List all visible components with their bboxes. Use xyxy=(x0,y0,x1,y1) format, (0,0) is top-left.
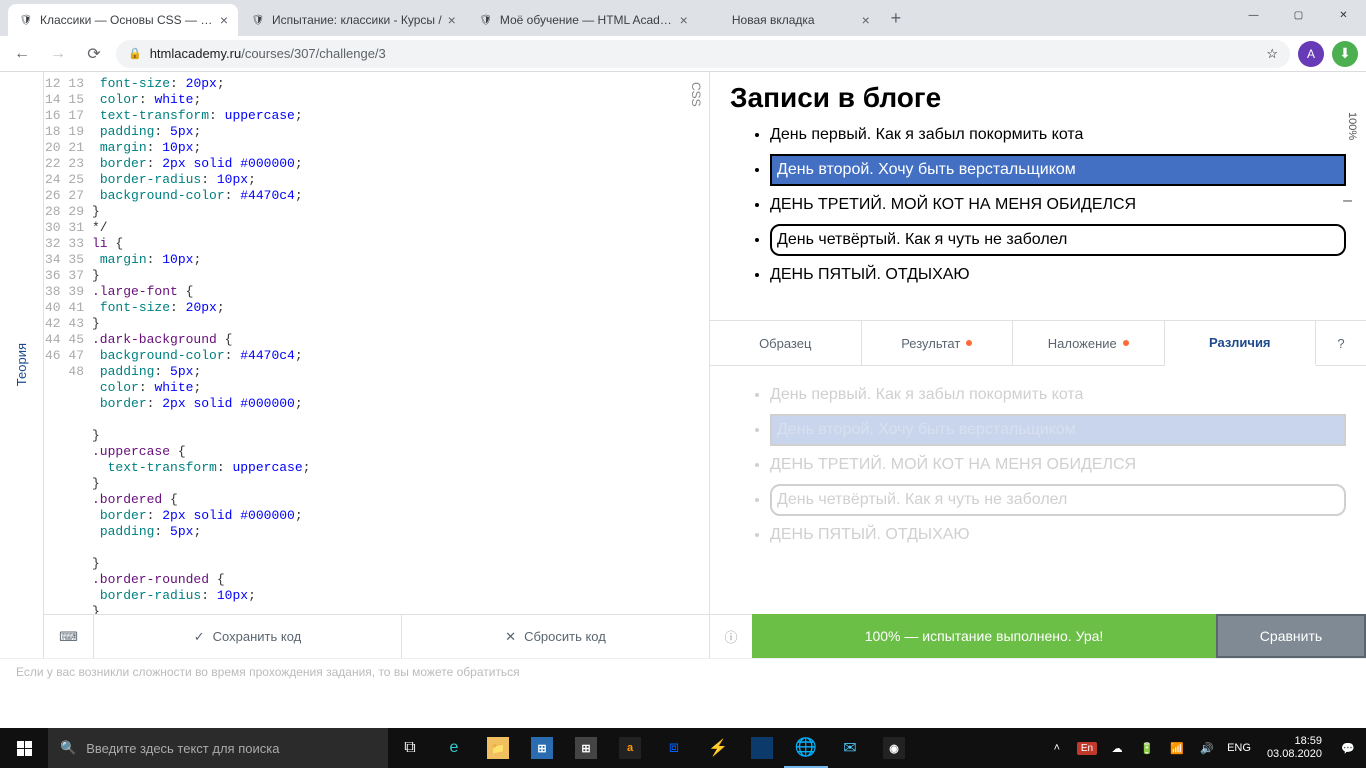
url-input[interactable]: 🔒 htmlacademy.ru/courses/307/challenge/3… xyxy=(116,40,1290,68)
browser-tab-1[interactable]: 🛡 Испытание: классики - Курсы / × xyxy=(240,4,466,36)
battery-icon[interactable]: 🔋 xyxy=(1137,742,1157,755)
blog-title: Записи в блоге xyxy=(730,82,1346,114)
blog-item-2: ДЕНЬ ТРЕТИЙ. МОЙ КОТ НА МЕНЯ ОБИДЕЛСЯ xyxy=(770,196,1346,214)
cmp-tab-2[interactable]: Наложение xyxy=(1013,321,1165,365)
help-tab[interactable]: ? xyxy=(1316,321,1366,365)
edge-icon[interactable]: e xyxy=(432,728,476,768)
taskbar-search[interactable]: 🔍 Введите здесь текст для поиска xyxy=(48,728,388,768)
volume-icon[interactable]: 🔊 xyxy=(1197,742,1217,755)
diff-output: День первый. Как я забыл покормить кота Д… xyxy=(710,366,1366,614)
lock-icon: 🔒 xyxy=(128,47,142,60)
bookmark-icon[interactable]: ☆ xyxy=(1266,46,1278,62)
calc-icon[interactable]: ⊞ xyxy=(564,728,608,768)
task-view-icon[interactable]: ⧉ xyxy=(388,728,432,768)
store-icon[interactable]: ⊞ xyxy=(520,728,564,768)
blog-item-0: День первый. Как я забыл покормить кота xyxy=(770,126,1346,144)
css-label: CSS xyxy=(689,82,703,107)
app-icon[interactable] xyxy=(740,728,784,768)
hint-text: Если у вас возникли сложности во время п… xyxy=(0,658,1366,694)
code-editor-panel: CSS 12 13 14 15 16 17 18 19 20 21 22 23 … xyxy=(44,72,710,658)
blog-item-3: День четвёртый. Как я чуть не заболел xyxy=(770,224,1346,256)
notifications-icon[interactable]: 💬 xyxy=(1338,742,1358,755)
url-path: /courses/307/challenge/3 xyxy=(241,46,386,61)
tab-favicon xyxy=(710,12,726,28)
browser-tab-0[interactable]: 🛡 Классики — Основы CSS — HTM × xyxy=(8,4,238,36)
thunder-icon[interactable]: ⚡ xyxy=(696,728,740,768)
tab-close-icon[interactable]: × xyxy=(448,12,456,28)
chrome-icon[interactable]: 🌐 xyxy=(784,728,828,768)
taskbar-clock[interactable]: 18:5903.08.2020 xyxy=(1261,735,1328,761)
tab-favicon: 🛡 xyxy=(250,12,266,28)
result-message: 100% — испытание выполнено. Ура! xyxy=(752,614,1216,658)
windows-icon xyxy=(17,741,32,756)
search-icon: 🔍 xyxy=(60,740,76,756)
blog-item-4: ДЕНЬ ПЯТЫЙ. ОТДЫХАЮ xyxy=(770,266,1346,284)
cmp-tab-3[interactable]: Различия xyxy=(1165,321,1317,366)
blog-item-0: День первый. Как я забыл покормить кота xyxy=(770,386,1346,404)
mail-icon[interactable]: ✉ xyxy=(828,728,872,768)
preview-panel: 100% – Записи в блоге День первый. Как я… xyxy=(710,72,1366,658)
taskbar: 🔍 Введите здесь текст для поиска ⧉ e 📁 ⊞… xyxy=(0,728,1366,768)
address-bar: ← → ⟳ 🔒 htmlacademy.ru/courses/307/chall… xyxy=(0,36,1366,72)
browser-tab-2[interactable]: 🛡 Моё обучение — HTML Academ × xyxy=(468,4,698,36)
tab-title: Классики — Основы CSS — HTM xyxy=(40,13,214,27)
compare-button[interactable]: Сравнить xyxy=(1216,614,1366,658)
preview-output: 100% – Записи в блоге День первый. Как я… xyxy=(710,72,1366,320)
obs-icon[interactable]: ◉ xyxy=(872,728,916,768)
tab-title: Новая вкладка xyxy=(732,13,856,27)
new-tab-button[interactable]: + xyxy=(882,4,910,32)
onedrive-icon[interactable]: ☁ xyxy=(1107,742,1127,755)
search-placeholder: Введите здесь текст для поиска xyxy=(86,741,279,756)
zoom-level: 100% xyxy=(1346,112,1358,140)
cmp-tab-1[interactable]: Результат xyxy=(862,321,1014,365)
tab-title: Испытание: классики - Курсы / xyxy=(272,13,442,27)
extension-icon[interactable]: ⬇ xyxy=(1332,41,1358,67)
tab-title: Моё обучение — HTML Academ xyxy=(500,13,674,27)
start-button[interactable] xyxy=(0,728,48,768)
save-code-button[interactable]: ✓Сохранить код xyxy=(94,615,402,658)
tab-close-icon[interactable]: × xyxy=(680,12,688,28)
tab-close-icon[interactable]: × xyxy=(220,12,228,28)
amazon-icon[interactable]: a xyxy=(608,728,652,768)
nav-back[interactable]: ← xyxy=(8,40,36,68)
browser-tab-3[interactable]: Новая вкладка × xyxy=(700,4,880,36)
comparison-tabs: ОбразецРезультатНаложениеРазличия? xyxy=(710,320,1366,366)
window-minimize[interactable]: — xyxy=(1231,0,1276,30)
window-maximize[interactable]: ▢ xyxy=(1276,0,1321,30)
nav-reload[interactable]: ⟳ xyxy=(80,40,108,68)
result-info-icon[interactable]: ⓘ xyxy=(710,614,752,658)
blog-item-4: ДЕНЬ ПЯТЫЙ. ОТДЫХАЮ xyxy=(770,526,1346,544)
blog-item-2: ДЕНЬ ТРЕТИЙ. МОЙ КОТ НА МЕНЯ ОБИДЕЛСЯ xyxy=(770,456,1346,474)
nav-forward[interactable]: → xyxy=(44,40,72,68)
explorer-icon[interactable]: 📁 xyxy=(476,728,520,768)
profile-avatar[interactable]: A xyxy=(1298,41,1324,67)
theory-label: Теория xyxy=(14,343,29,386)
tab-favicon: 🛡 xyxy=(18,12,34,28)
dot-icon xyxy=(1123,340,1129,346)
wifi-icon[interactable]: 📶 xyxy=(1167,742,1187,755)
tab-close-icon[interactable]: × xyxy=(862,12,870,28)
code-editor[interactable]: 12 13 14 15 16 17 18 19 20 21 22 23 24 2… xyxy=(44,72,709,614)
zoom-out[interactable]: – xyxy=(1343,192,1352,210)
close-icon: ✕ xyxy=(505,629,516,645)
dot-icon xyxy=(966,340,972,346)
blog-item-1: День второй. Хочу быть верстальщиком xyxy=(770,154,1346,186)
browser-tabs: 🛡 Классики — Основы CSS — HTM × 🛡 Испытание:… xyxy=(0,0,1366,36)
check-icon: ✓ xyxy=(194,629,205,645)
blog-item-1: День второй. Хочу быть верстальщиком xyxy=(770,414,1346,446)
keyboard-shortcuts[interactable]: ⌨ xyxy=(44,615,94,658)
lang-badge[interactable]: En xyxy=(1077,742,1097,755)
window-close[interactable]: ✕ xyxy=(1321,0,1366,30)
blog-item-3: День четвёртый. Как я чуть не заболел xyxy=(770,484,1346,516)
url-domain: htmlacademy.ru xyxy=(150,46,242,61)
tab-favicon: 🛡 xyxy=(478,12,494,28)
reset-code-button[interactable]: ✕Сбросить код xyxy=(402,615,709,658)
tray-chevron-icon[interactable]: ˄ xyxy=(1047,742,1067,754)
dropbox-icon[interactable]: ⧈ xyxy=(652,728,696,768)
theory-column[interactable]: Теория xyxy=(0,72,44,658)
lang-indicator[interactable]: ENG xyxy=(1227,742,1251,754)
cmp-tab-0[interactable]: Образец xyxy=(710,321,862,365)
